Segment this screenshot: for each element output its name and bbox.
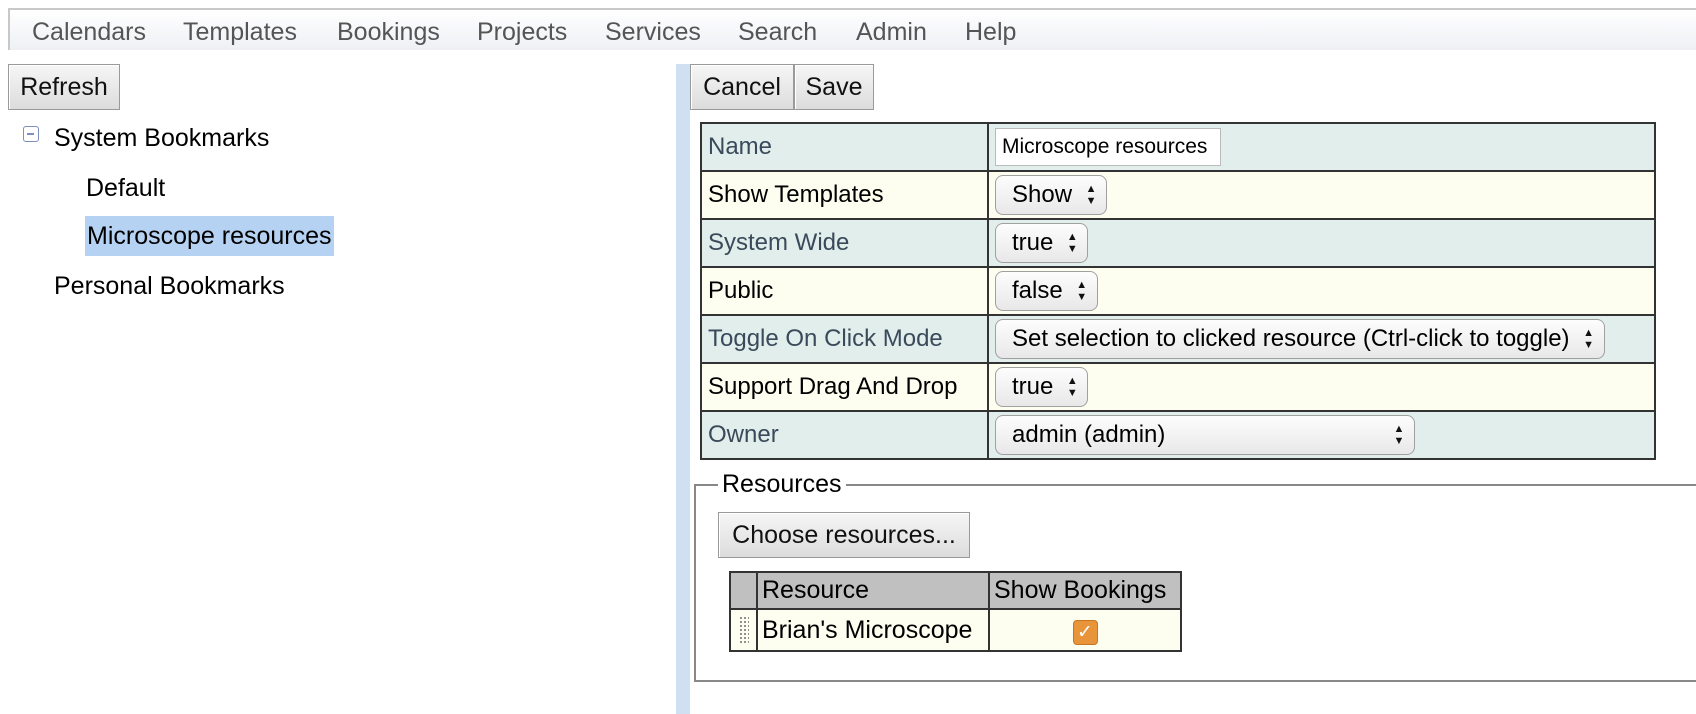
label-toggle-mode: Toggle On Click Mode (700, 314, 989, 364)
choose-resources-button[interactable]: Choose resources... (718, 512, 970, 558)
select-arrows-icon: ▲ ▼ (1085, 183, 1097, 207)
label-show-templates: Show Templates (700, 170, 989, 220)
show-bookings-checkbox[interactable]: ✓ (1072, 619, 1098, 645)
toggle-mode-value: Set selection to clicked resource (Ctrl-… (1012, 325, 1570, 352)
owner-select[interactable]: admin (admin) ▲ ▼ (995, 415, 1415, 455)
tree-node-personal-bookmarks[interactable]: Personal Bookmarks (54, 272, 285, 301)
label-public: Public (700, 266, 989, 316)
name-input[interactable]: Microscope resources (995, 128, 1221, 166)
resource-name-cell: Brian's Microscope (756, 608, 990, 652)
save-button[interactable]: Save (794, 64, 874, 110)
row-show-templates: Show Templates Show ▲ ▼ (700, 170, 1656, 220)
menu-search[interactable]: Search (738, 18, 817, 47)
system-wide-select[interactable]: true ▲ ▼ (995, 223, 1089, 263)
tree-node-system-bookmarks[interactable]: System Bookmarks (54, 124, 269, 153)
toggle-mode-select[interactable]: Set selection to clicked resource (Ctrl-… (995, 319, 1605, 359)
column-header-show-bookings: Show Bookings (988, 571, 1182, 610)
row-name: Name Microscope resources (700, 122, 1656, 172)
row-toggle-mode: Toggle On Click Mode Set selection to cl… (700, 314, 1656, 364)
menu-bookings[interactable]: Bookings (337, 18, 440, 47)
table-row: Brian's Microscope ✓ (729, 608, 1182, 652)
resources-header-row: Resource Show Bookings (729, 571, 1182, 610)
resources-table: Resource Show Bookings Brian's Microscop… (729, 571, 1182, 652)
row-drag-drop: Support Drag And Drop true ▲ ▼ (700, 362, 1656, 412)
select-arrows-icon: ▲ ▼ (1066, 231, 1078, 255)
row-owner: Owner admin (admin) ▲ ▼ (700, 410, 1656, 460)
row-public: Public false ▲ ▼ (700, 266, 1656, 316)
row-system-wide: System Wide true ▲ ▼ (700, 218, 1656, 268)
drag-handle[interactable] (729, 608, 758, 652)
system-wide-value: true (1012, 229, 1054, 256)
show-templates-select[interactable]: Show ▲ ▼ (995, 175, 1108, 215)
label-system-wide: System Wide (700, 218, 989, 268)
collapse-icon[interactable] (23, 126, 39, 142)
menu-calendars[interactable]: Calendars (32, 18, 146, 47)
menu-templates[interactable]: Templates (183, 18, 297, 47)
menu-projects[interactable]: Projects (477, 18, 567, 47)
tree-node-default[interactable]: Default (86, 174, 165, 203)
refresh-button[interactable]: Refresh (8, 64, 120, 110)
select-arrows-icon: ▲ ▼ (1076, 279, 1088, 303)
menu-services[interactable]: Services (605, 18, 701, 47)
public-select[interactable]: false ▲ ▼ (995, 271, 1098, 311)
menu-admin[interactable]: Admin (856, 18, 927, 47)
label-name: Name (700, 122, 989, 172)
resources-legend: Resources (718, 470, 846, 499)
public-value: false (1012, 277, 1063, 304)
label-owner: Owner (700, 410, 989, 460)
column-header-resource: Resource (756, 571, 990, 610)
drag-drop-select[interactable]: true ▲ ▼ (995, 367, 1089, 407)
drag-drop-value: true (1012, 373, 1054, 400)
drag-column-header (729, 571, 758, 610)
select-arrows-icon: ▲ ▼ (1393, 423, 1405, 447)
select-arrows-icon: ▲ ▼ (1583, 327, 1594, 351)
cancel-button[interactable]: Cancel (690, 64, 794, 110)
menu-bar: Calendars Templates Bookings Projects Se… (8, 8, 1696, 50)
owner-value: admin (admin) (1012, 421, 1166, 448)
tree-node-microscope-resources[interactable]: Microscope resources (85, 216, 334, 256)
properties-grid: Name Microscope resources Show Templates… (700, 122, 1656, 460)
select-arrows-icon: ▲ ▼ (1066, 375, 1078, 399)
panel-splitter[interactable] (676, 64, 690, 714)
grip-icon (738, 616, 749, 644)
label-drag-drop: Support Drag And Drop (700, 362, 989, 412)
menu-help[interactable]: Help (965, 18, 1016, 47)
show-templates-value: Show (1012, 181, 1073, 208)
